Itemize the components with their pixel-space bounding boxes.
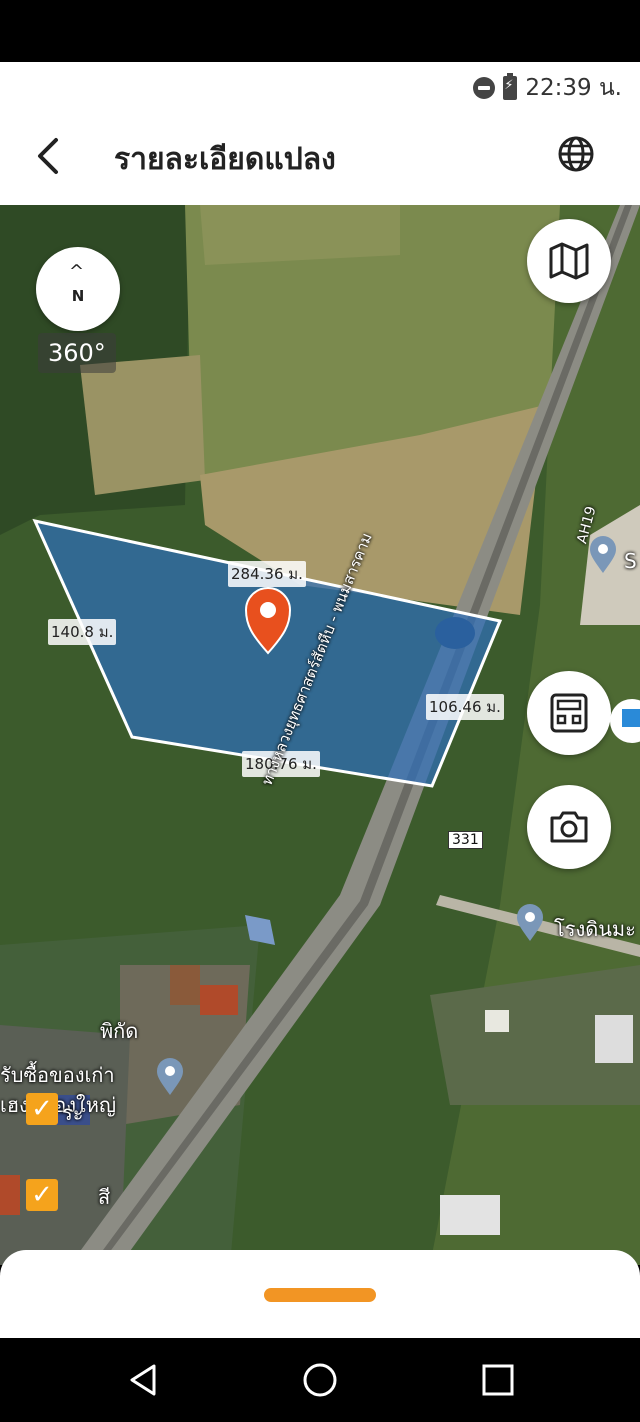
- place-label-right: โรงดินมะ: [554, 917, 636, 941]
- satellite-map[interactable]: ^ N 360° 284.36 ม. 140.8 ม. 106.46 ม. 18…: [0, 205, 640, 1265]
- app-header: รายละเอียดแปลง: [0, 106, 640, 205]
- edge-length-top: 284.36 ม.: [228, 561, 306, 587]
- android-nav-bar: [0, 1338, 640, 1422]
- layer-item-2-label: สี: [98, 1185, 111, 1209]
- nav-recents-icon[interactable]: [478, 1360, 518, 1400]
- compass-button[interactable]: ^ N: [36, 247, 120, 331]
- shop-label-line2: เฮงหลองใหญ่: [0, 1093, 117, 1117]
- bottom-sheet[interactable]: [0, 1250, 640, 1338]
- status-time: 22:39 น.: [525, 75, 622, 101]
- compass-arrow-icon: ^: [69, 261, 85, 282]
- battery-charging-icon: [503, 73, 518, 100]
- back-arrow-icon[interactable]: [30, 132, 70, 180]
- calculator-button[interactable]: [527, 671, 611, 755]
- camera-cutout-area: [0, 0, 640, 62]
- nav-back-icon[interactable]: [124, 1360, 164, 1400]
- page-title: รายละเอียดแปลง: [114, 142, 336, 177]
- calculator-icon: [550, 693, 588, 733]
- bottom-sheet-handle[interactable]: [264, 1288, 376, 1302]
- status-bar: 22:39 น.: [0, 62, 640, 106]
- camera-button[interactable]: [527, 785, 611, 869]
- do-not-disturb-icon: [473, 77, 496, 99]
- layer-checkbox-2[interactable]: ✓: [26, 1179, 58, 1211]
- map-layer-button[interactable]: [527, 219, 611, 303]
- globe-language-icon[interactable]: [556, 134, 596, 174]
- compass-north-label: N: [71, 287, 85, 305]
- place-marker-icon[interactable]: [515, 903, 545, 943]
- camera-icon: [550, 811, 588, 843]
- road-number-badge: 331: [448, 831, 483, 849]
- edge-length-left: 140.8 ม.: [48, 619, 117, 645]
- shop-label-line1: รับซื้อของเก่า: [0, 1063, 115, 1087]
- place-label-s: S: [624, 549, 637, 573]
- map-icon: [549, 242, 589, 280]
- nav-home-icon[interactable]: [300, 1360, 340, 1400]
- layer-checkbox-1[interactable]: ✓: [26, 1093, 58, 1125]
- edge-length-right: 106.46 ม.: [426, 694, 504, 720]
- shop-marker-icon[interactable]: [155, 1057, 185, 1097]
- layer-panel-title: พิกัด: [100, 1019, 139, 1043]
- rotation-label: 360°: [38, 333, 116, 373]
- layer-item-1-label: ระ: [62, 1101, 84, 1125]
- place-marker-icon[interactable]: [588, 535, 618, 575]
- cube-3d-icon: [622, 709, 640, 727]
